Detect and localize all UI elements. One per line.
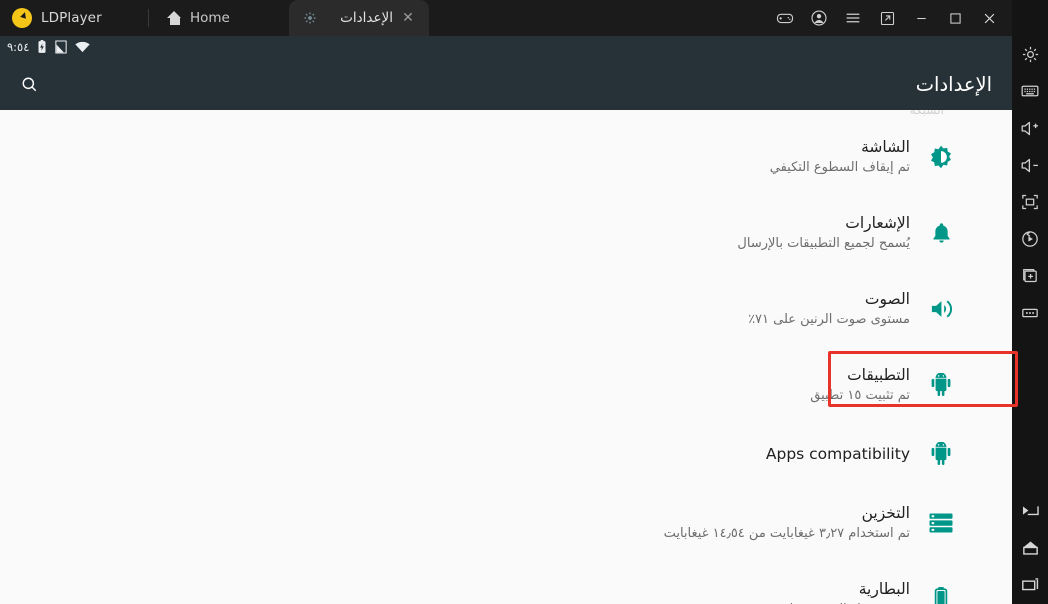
search-icon[interactable] bbox=[14, 69, 44, 99]
list-item-title: التطبيقات bbox=[847, 366, 910, 384]
list-item-battery-text: البطارية ١٠٠٪ - جارٍ الشحن بتيار متردد bbox=[20, 579, 910, 604]
list-item-subtitle: مستوى صوت الرنين على ٧١٪ bbox=[748, 312, 910, 327]
list-item-sound[interactable]: الصوت مستوى صوت الرنين على ٧١٪ bbox=[0, 271, 1012, 347]
tab-settings[interactable]: الإعدادات ✕ bbox=[289, 0, 429, 36]
list-item-apps-compatibility[interactable]: Apps compatibility bbox=[0, 423, 1012, 485]
tab-settings-label: الإعدادات bbox=[340, 10, 393, 26]
page-title: الإعدادات bbox=[915, 72, 992, 96]
android-icon bbox=[926, 370, 956, 400]
back-icon[interactable] bbox=[1012, 493, 1048, 529]
battery-icon bbox=[926, 584, 956, 604]
ldplayer-window: LDPlayer Home الإعدادات ✕ ٩:٥٤ الإعدادات… bbox=[0, 0, 1048, 604]
list-item-notifications-text: الإشعارات يُسمح لجميع التطبيقات بالإرسال bbox=[20, 213, 910, 253]
list-item-subtitle: تم استخدام ٣٫٢٧ غيغابايت من ١٤٫٥٤ غيغابا… bbox=[663, 526, 910, 541]
brightness-icon bbox=[926, 142, 956, 172]
list-item-storage[interactable]: التخزين تم استخدام ٣٫٢٧ غيغابايت من ١٤٫٥… bbox=[0, 485, 1012, 561]
tab-home[interactable]: Home bbox=[149, 0, 289, 36]
list-item-apps-compatibility-text: Apps compatibility bbox=[20, 444, 910, 464]
list-item-title: التخزين bbox=[861, 504, 910, 522]
list-item-title: Apps compatibility bbox=[765, 445, 910, 463]
cut-off-list-item-label: الشبكة bbox=[909, 110, 944, 117]
status-time: ٩:٥٤ bbox=[7, 40, 30, 54]
cut-off-list-item[interactable]: الشبكة bbox=[0, 110, 1012, 119]
gamepad-icon[interactable] bbox=[768, 0, 802, 36]
tab-strip: Home الإعدادات ✕ bbox=[149, 0, 768, 36]
app-brand: LDPlayer bbox=[0, 0, 148, 36]
minimize-icon[interactable] bbox=[904, 0, 938, 36]
recents-icon[interactable] bbox=[1012, 567, 1048, 603]
settings-gear-icon[interactable] bbox=[1012, 36, 1048, 72]
list-item-title: البطارية bbox=[858, 580, 910, 598]
title-bar: LDPlayer Home الإعدادات ✕ bbox=[0, 0, 1012, 36]
android-status-bar: ٩:٥٤ bbox=[0, 36, 1012, 58]
list-item-apps-text: التطبيقات تم تثبيت ١٥ تطبيق bbox=[20, 365, 910, 405]
list-item-notifications[interactable]: الإشعارات يُسمح لجميع التطبيقات بالإرسال bbox=[0, 195, 1012, 271]
account-icon[interactable] bbox=[802, 0, 836, 36]
maximize-icon[interactable] bbox=[938, 0, 972, 36]
list-item-display-text: الشاشة تم إيقاف السطوع التكيفي bbox=[20, 137, 910, 177]
list-item-subtitle: تم إيقاف السطوع التكيفي bbox=[769, 160, 910, 175]
emulator-sidebar bbox=[1012, 0, 1048, 604]
gear-icon bbox=[303, 11, 317, 25]
list-item-title: الإشعارات bbox=[845, 214, 910, 232]
volume-up-icon[interactable] bbox=[1012, 110, 1048, 146]
battery-charging-icon bbox=[37, 40, 47, 54]
multi-instance-icon[interactable] bbox=[1012, 258, 1048, 294]
close-window-icon[interactable] bbox=[972, 0, 1006, 36]
home-nav-icon[interactable] bbox=[1012, 530, 1048, 566]
window-controls bbox=[768, 0, 1012, 36]
sim-icon bbox=[55, 40, 68, 54]
settings-app-bar: الإعدادات bbox=[0, 58, 1012, 110]
list-item-battery[interactable]: البطارية ١٠٠٪ - جارٍ الشحن بتيار متردد bbox=[0, 561, 1012, 604]
menu-icon[interactable] bbox=[836, 0, 870, 36]
close-icon[interactable]: ✕ bbox=[401, 11, 415, 25]
app-brand-label: LDPlayer bbox=[41, 10, 102, 26]
list-item-title: الصوت bbox=[864, 290, 910, 308]
list-item-apps[interactable]: التطبيقات تم تثبيت ١٥ تطبيق bbox=[0, 347, 1012, 423]
home-icon bbox=[167, 11, 182, 25]
android-icon bbox=[926, 439, 956, 469]
settings-list[interactable]: الشبكة الشاشة تم إيقاف السطوع التكيفي ال… bbox=[0, 110, 1012, 604]
storage-icon bbox=[926, 508, 956, 538]
list-item-subtitle: ١٠٠٪ - جارٍ الشحن بتيار متردد bbox=[20, 600, 910, 604]
rotate-icon[interactable] bbox=[1012, 221, 1048, 257]
volume-icon bbox=[926, 294, 956, 324]
list-item-title: الشاشة bbox=[861, 138, 910, 156]
list-item-subtitle: تم تثبيت ١٥ تطبيق bbox=[810, 388, 910, 403]
list-item-sound-text: الصوت مستوى صوت الرنين على ٧١٪ bbox=[20, 289, 910, 329]
more-icon[interactable] bbox=[1012, 295, 1048, 331]
resize-icon[interactable] bbox=[870, 0, 904, 36]
bell-icon bbox=[926, 218, 956, 248]
tab-home-label: Home bbox=[190, 10, 230, 26]
fullscreen-icon[interactable] bbox=[1012, 184, 1048, 220]
ldplayer-logo-icon bbox=[12, 8, 32, 28]
list-item-display[interactable]: الشاشة تم إيقاف السطوع التكيفي bbox=[0, 119, 1012, 195]
volume-down-icon[interactable] bbox=[1012, 147, 1048, 183]
wifi-icon bbox=[75, 41, 91, 53]
keyboard-icon[interactable] bbox=[1012, 73, 1048, 109]
list-item-storage-text: التخزين تم استخدام ٣٫٢٧ غيغابايت من ١٤٫٥… bbox=[20, 503, 910, 543]
list-item-subtitle: يُسمح لجميع التطبيقات بالإرسال bbox=[737, 236, 910, 251]
